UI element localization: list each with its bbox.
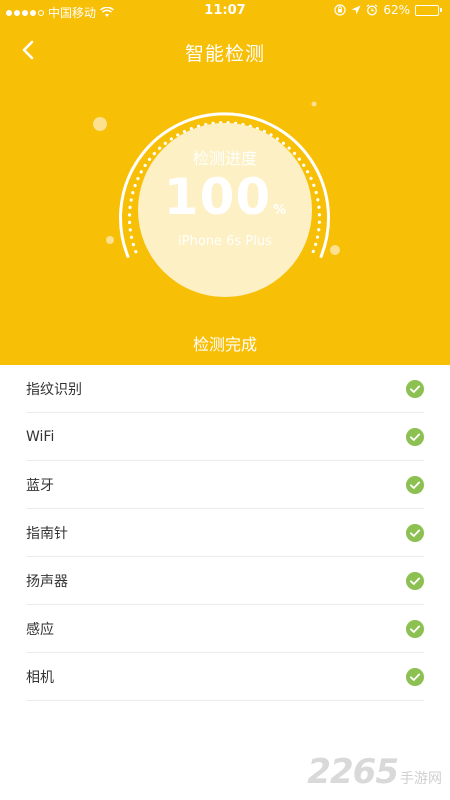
check-item-wifi[interactable]: WiFi bbox=[26, 413, 424, 461]
progress-value: 100% bbox=[0, 168, 450, 226]
decor-bubble bbox=[93, 117, 107, 131]
check-item-label: 相机 bbox=[26, 669, 54, 686]
check-item-speaker[interactable]: 扬声器 bbox=[26, 557, 424, 605]
check-item-label: 扬声器 bbox=[26, 573, 68, 590]
check-circle-icon bbox=[406, 428, 424, 446]
check-item-compass[interactable]: 指南针 bbox=[26, 509, 424, 557]
check-circle-icon bbox=[406, 476, 424, 494]
check-item-label: WiFi bbox=[26, 428, 55, 445]
watermark: 2265 手游网 bbox=[307, 752, 442, 792]
check-list: 指纹识别 WiFi 蓝牙 指南针 扬声器 感应 相机 bbox=[0, 365, 450, 701]
check-item-label: 指南针 bbox=[26, 525, 68, 542]
detection-status: 检测完成 bbox=[192, 335, 257, 354]
watermark-text: 手游网 bbox=[400, 771, 442, 787]
check-circle-icon bbox=[406, 572, 424, 590]
progress-number: 100 bbox=[163, 168, 272, 226]
decor-bubble bbox=[311, 101, 317, 107]
check-circle-icon bbox=[406, 668, 424, 686]
check-circle-icon bbox=[406, 380, 424, 398]
watermark-number: 2265 bbox=[307, 752, 399, 792]
device-name: iPhone 6s Plus bbox=[178, 234, 272, 249]
check-item-label: 感应 bbox=[26, 621, 54, 638]
check-circle-icon bbox=[406, 524, 424, 542]
check-item-camera[interactable]: 相机 bbox=[26, 653, 424, 701]
check-circle-icon bbox=[406, 620, 424, 638]
check-item-label: 指纹识别 bbox=[26, 381, 82, 398]
check-item-bluetooth[interactable]: 蓝牙 bbox=[26, 461, 424, 509]
progress-unit: % bbox=[273, 203, 287, 218]
detection-header: 中国移动 11:07 62% 智能检测 检测进度 100 % iPhone 6s… bbox=[0, 0, 450, 365]
check-item-fingerprint[interactable]: 指纹识别 bbox=[26, 365, 424, 413]
check-item-label: 蓝牙 bbox=[26, 477, 54, 494]
progress-label: 检测进度 bbox=[192, 149, 257, 168]
check-item-sensor[interactable]: 感应 bbox=[26, 605, 424, 653]
